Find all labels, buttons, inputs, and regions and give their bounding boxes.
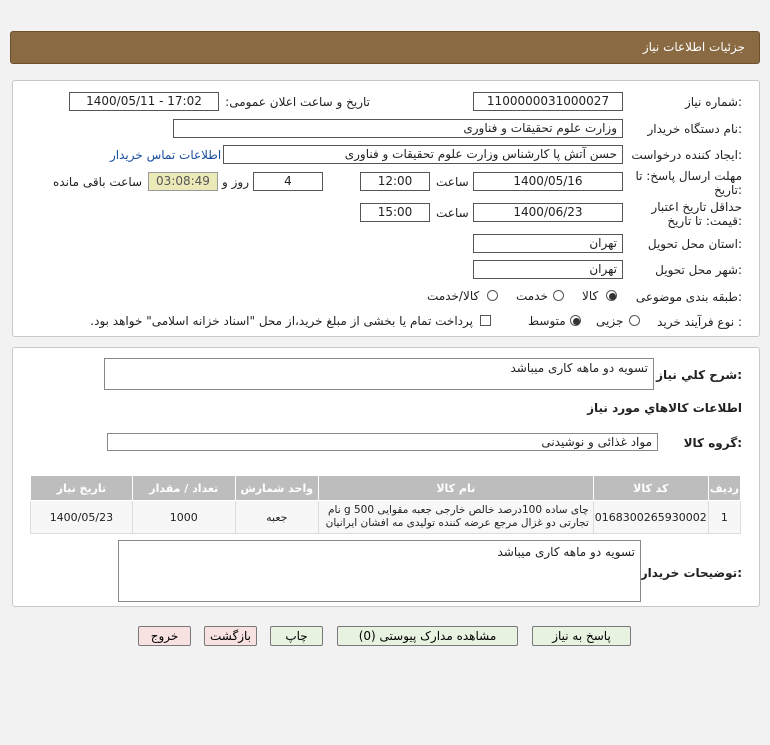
deadline-label-1: مهلت ارسال پاسخ: تا — [635, 169, 742, 183]
province-field[interactable]: تهران — [473, 234, 623, 253]
cell-date: 1400/05/23 — [30, 500, 133, 534]
process-option-minor: جزیی — [596, 314, 624, 328]
cell-name-line-1: چای ساده 100درصد خالص خارجی جعبه مقوایی … — [328, 504, 589, 516]
attachments-button[interactable]: مشاهده مدارک پیوستی (0) — [337, 626, 518, 646]
goods-group-label: گروه کالا: — [683, 436, 742, 450]
need-number-label: شماره نیاز: — [684, 95, 742, 109]
category-option-service: خدمت — [516, 289, 548, 303]
days-field[interactable]: 4 — [253, 172, 323, 191]
col-qty: تعداد / مقدار — [131, 475, 236, 501]
col-code: کد کالا — [592, 475, 709, 501]
category-label: طبقه بندی موضوعی: — [635, 290, 742, 304]
buyer-org-label: نام دستگاه خریدار: — [647, 122, 743, 136]
need-number-field[interactable]: 1100000031000027 — [473, 92, 623, 111]
creator-label: ایجاد کننده درخواست: — [631, 148, 742, 162]
print-button[interactable]: چاپ — [270, 626, 323, 646]
cell-name: چای ساده 100درصد خالص خارجی جعبه مقوایی … — [317, 500, 594, 534]
col-unit: واحد شمارش — [234, 475, 319, 501]
cell-name-line-2: تجارتی دو غزال مرجع عرضه کننده تولیدی مه… — [325, 517, 589, 529]
page-header: جزئیات اطلاعات نیاز — [10, 31, 760, 64]
category-radio-service[interactable] — [553, 290, 564, 301]
announce-field[interactable]: 1400/05/11 - 17:02 — [69, 92, 219, 111]
col-name: نام کالا — [317, 475, 594, 501]
table-row[interactable]: 1 0168300265930002 چای ساده 100درصد خالص… — [30, 500, 742, 534]
validity-date-field[interactable]: 1400/06/23 — [473, 203, 623, 222]
process-radio-medium[interactable] — [570, 315, 581, 326]
deadline-date-field[interactable]: 1400/05/16 — [473, 172, 623, 191]
payment-note: پرداخت تمام یا بخشی از مبلغ خرید،از محل … — [90, 314, 473, 328]
validity-label-2: قیمت: تا تاریخ: — [667, 214, 742, 228]
deadline-time-label: ساعت — [436, 175, 469, 189]
province-label: استان محل تحویل: — [647, 237, 742, 251]
treasury-checkbox[interactable] — [480, 315, 491, 326]
process-option-medium: متوسط — [528, 314, 566, 328]
cell-row: 1 — [707, 500, 742, 534]
summary-label: شرح کلي نياز: — [656, 368, 742, 382]
buyer-notes-label: توضیحات خریدار: — [640, 566, 742, 580]
category-radio-goods-service[interactable] — [487, 290, 498, 301]
creator-field[interactable]: حسن آتش پا کارشناس وزارت علوم تحقیقات و … — [223, 145, 623, 164]
cell-unit: جعبه — [234, 500, 319, 534]
page-title: جزئیات اطلاعات نیاز — [642, 40, 745, 54]
buyer-notes-field[interactable]: تسویه دو ماهه کاری میباشد — [118, 540, 641, 602]
cell-code: 0168300265930002 — [592, 500, 709, 534]
buyer-org-field[interactable]: وزارت علوم تحقیقات و فناوری — [173, 119, 623, 138]
exit-button[interactable]: خروج — [138, 626, 191, 646]
goods-info-title: اطلاعات کالاهاي مورد نياز — [587, 401, 742, 415]
process-radio-minor[interactable] — [629, 315, 640, 326]
validity-label-1: حداقل تاریخ اعتبار — [651, 200, 742, 214]
col-row: ردیف — [707, 475, 742, 501]
summary-field[interactable]: تسویه دو ماهه کاری میباشد — [104, 358, 654, 390]
process-label: نوع فرآیند خرید : — [657, 315, 742, 329]
validity-time-label: ساعت — [436, 206, 469, 220]
city-label: شهر محل تحویل: — [655, 263, 742, 277]
deadline-label-2: تاریخ: — [714, 183, 742, 197]
deadline-time-field[interactable]: 12:00 — [360, 172, 430, 191]
category-radio-goods[interactable] — [606, 290, 617, 301]
validity-time-field[interactable]: 15:00 — [360, 203, 430, 222]
reply-button[interactable]: پاسخ به نیاز — [532, 626, 631, 646]
remaining-time-field: 03:08:49 — [148, 172, 218, 191]
col-date: تاریخ نیاز — [30, 475, 133, 501]
goods-group-field[interactable]: مواد غذائی و نوشیدنی — [107, 433, 658, 451]
items-table: ردیف کد کالا نام کالا واحد شمارش تعداد /… — [30, 475, 742, 534]
announce-label: تاریخ و ساعت اعلان عمومی: — [225, 95, 370, 109]
days-label: روز و — [222, 175, 249, 189]
category-option-goods-service: کالا/خدمت — [427, 289, 480, 303]
city-field[interactable]: تهران — [473, 260, 623, 279]
cell-qty: 1000 — [131, 500, 236, 534]
table-header-row: ردیف کد کالا نام کالا واحد شمارش تعداد /… — [30, 475, 742, 501]
category-option-goods: کالا — [582, 289, 599, 303]
back-button[interactable]: بازگشت — [204, 626, 257, 646]
remaining-label: ساعت باقی مانده — [53, 175, 143, 189]
contact-buyer-link[interactable]: اطلاعات تماس خریدار — [110, 148, 221, 162]
